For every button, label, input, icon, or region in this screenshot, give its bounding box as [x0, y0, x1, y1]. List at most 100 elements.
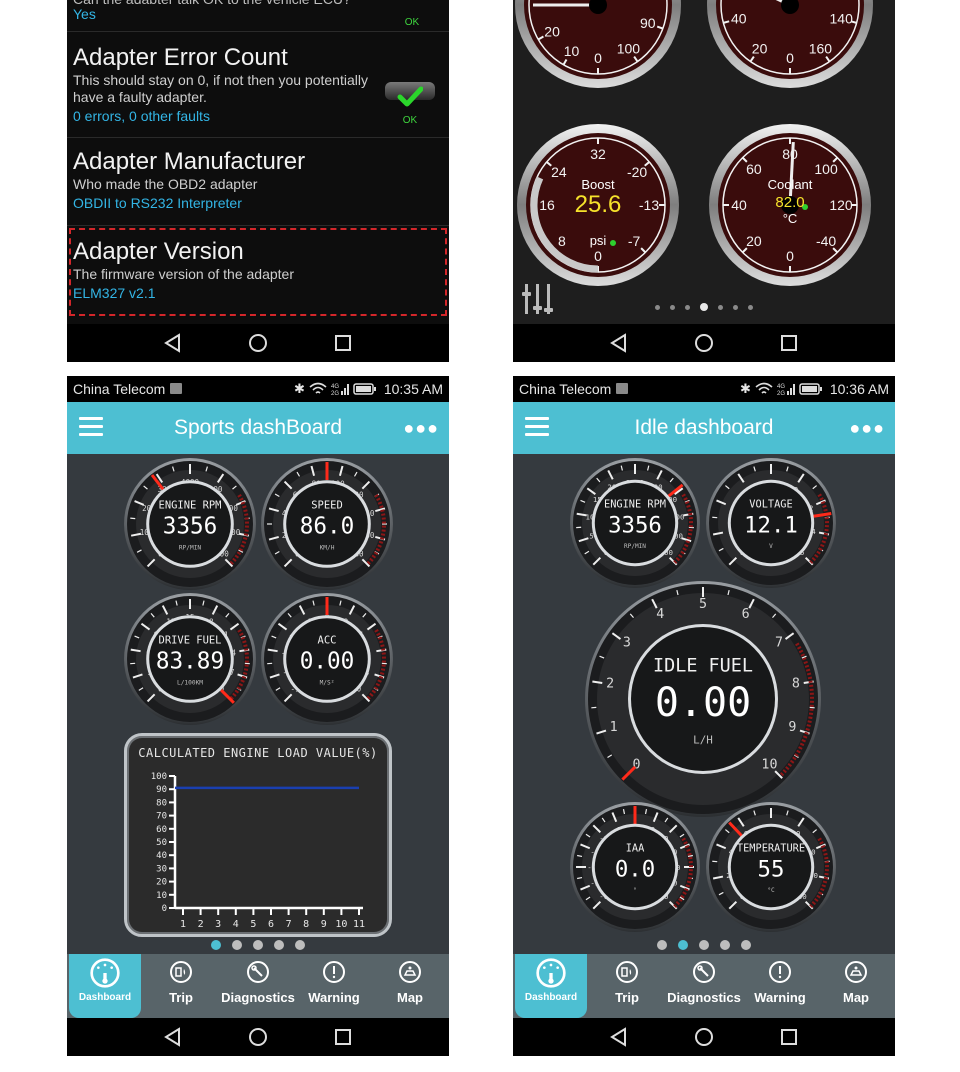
tab-dashboard[interactable]: Dashboard: [69, 954, 141, 1018]
acceleration-gauge: -10-8-6-4-20246810ACC0.00M/S²: [261, 593, 393, 725]
gauge-tick-label: 80: [782, 146, 798, 162]
page-dot[interactable]: [733, 304, 738, 310]
more-options-icon[interactable]: ●●●: [849, 418, 885, 439]
gauge-unit: °C: [783, 211, 798, 226]
tab-label: Diagnostics: [667, 990, 741, 1005]
bottom-tab-bar: Dashboard Trip Diagnostics Warning Map: [67, 954, 449, 1018]
gauge-unit: KM/H: [320, 544, 335, 551]
page-dot[interactable]: [295, 940, 305, 950]
sim-icon: [616, 383, 628, 394]
home-icon[interactable]: [248, 1027, 268, 1047]
recent-apps-icon[interactable]: [333, 1027, 353, 1047]
home-icon[interactable]: [248, 333, 268, 353]
tab-warning[interactable]: Warning: [296, 954, 372, 1018]
home-icon[interactable]: [694, 333, 714, 353]
ok-status-button[interactable]: OK: [385, 82, 435, 126]
speed-gauge: 20400140160km/h: [707, 0, 873, 88]
voltage-gauge: 0246810121415VOLTAGE12.1V: [706, 458, 836, 588]
y-tick-label: 30: [156, 864, 167, 874]
gauge-tick-label: 32: [590, 146, 606, 162]
page-dot[interactable]: [748, 304, 753, 310]
recent-apps-icon[interactable]: [333, 333, 353, 353]
gauge-label: ACC: [318, 634, 337, 646]
y-tick-label: 100: [151, 772, 167, 782]
x-tick-label: 5: [250, 919, 256, 930]
recent-apps-icon[interactable]: [779, 333, 799, 353]
status-icons: ✱ 4G 2G 10:35 AM: [294, 381, 443, 397]
back-icon[interactable]: [163, 333, 183, 353]
list-item-manufacturer[interactable]: Adapter Manufacturer Who made the OBD2 a…: [67, 138, 449, 226]
system-nav-bar: [67, 1018, 449, 1056]
gauge-tick-label: 90: [640, 15, 656, 31]
chart-title: CALCULATED ENGINE LOAD VALUE(%): [138, 746, 378, 760]
gauge-unit: L/100KM: [177, 679, 203, 686]
carrier-name: China Telecom: [73, 381, 166, 397]
back-icon[interactable]: [609, 333, 629, 353]
y-tick-label: 80: [156, 798, 167, 808]
tab-diagnostics[interactable]: Diagnostics: [666, 954, 742, 1018]
tab-label: Dashboard: [524, 992, 578, 1003]
y-tick-label: 60: [156, 825, 167, 835]
more-options-icon[interactable]: ●●●: [403, 418, 439, 439]
status-bar: China Telecom ✱ 4G 2G 10:36 AM: [513, 376, 895, 402]
wifi-icon: [309, 382, 327, 394]
list-item-ecu-talk[interactable]: Can the adapter talk OK to the vehicle E…: [67, 0, 449, 32]
page-dot[interactable]: [657, 940, 667, 950]
gauge-value: 0.0: [615, 856, 655, 882]
page-dot[interactable]: [700, 303, 708, 311]
back-icon[interactable]: [163, 1027, 183, 1047]
signal-icon: 4G2G: [777, 384, 795, 396]
page-dot[interactable]: [699, 940, 709, 950]
page-dot[interactable]: [741, 940, 751, 950]
tab-warning[interactable]: Warning: [742, 954, 818, 1018]
gauge-unit: °C: [767, 886, 775, 894]
tab-trip[interactable]: Trip: [143, 954, 219, 1018]
tab-label: Dashboard: [78, 992, 132, 1003]
page-dot[interactable]: [685, 304, 690, 310]
page-dot[interactable]: [718, 304, 723, 310]
gauge-tick-label: -20: [627, 164, 647, 180]
boost-gauge: 32 24 -20 16 -13 8 -7 0 Boost25.6 psi: [517, 124, 679, 286]
item-title: Adapter Error Count: [73, 44, 288, 71]
sports-dashboard-screen: China Telecom ✱ 4G 2G 10:35 AM Sports das…: [67, 376, 449, 1056]
page-dot[interactable]: [253, 940, 263, 950]
page-dot[interactable]: [678, 940, 688, 950]
bluetooth-icon: ✱: [293, 381, 305, 396]
engine-rpm-gauge: 0500100015002000250030003500400045005000…: [570, 458, 700, 588]
home-icon[interactable]: [694, 1027, 714, 1047]
x-tick-label: 11: [353, 919, 365, 930]
page-dot[interactable]: [720, 940, 730, 950]
page-dot[interactable]: [655, 304, 660, 310]
tab-trip[interactable]: Trip: [589, 954, 665, 1018]
back-icon[interactable]: [609, 1027, 629, 1047]
sim-icon: [170, 383, 182, 394]
svg-text:4G: 4G: [777, 384, 785, 390]
page-dot[interactable]: [670, 304, 675, 310]
gauge-icon: [90, 958, 120, 988]
gauge-label: DRIVE FUEL: [159, 634, 222, 646]
gauge-tick-label: 160: [809, 40, 833, 56]
status-bar: China Telecom ✱ 4G 2G 10:35 AM: [67, 376, 449, 402]
battery-icon: [353, 383, 376, 395]
tab-dashboard[interactable]: Dashboard: [515, 954, 587, 1018]
page-dot[interactable]: [232, 940, 242, 950]
page-dot[interactable]: [274, 940, 284, 950]
x-tick-label: 1: [180, 919, 186, 930]
svg-text:2G: 2G: [777, 391, 785, 396]
page-title: Idle dashboard: [634, 416, 774, 439]
gauge-tick-label: 20: [752, 40, 768, 56]
tab-map[interactable]: Map: [372, 954, 448, 1018]
recent-apps-icon[interactable]: [779, 1027, 799, 1047]
gauge-label: VOLTAGE: [749, 499, 792, 511]
engine-load-chart: CALCULATED ENGINE LOAD VALUE(%) 0 10 20 30 4…: [124, 733, 392, 937]
item-description: This should stay on 0, if not then you p…: [73, 72, 368, 105]
item-description: Who made the OBD2 adapter: [73, 176, 258, 192]
tab-map[interactable]: Map: [818, 954, 894, 1018]
page-dot[interactable]: [211, 940, 221, 950]
list-item-error-count[interactable]: Adapter Error Count This should stay on …: [67, 40, 449, 138]
y-tick-label: 10: [156, 891, 167, 901]
gauge-tick-label: 9: [788, 720, 796, 735]
highlight-box: [69, 228, 447, 316]
ok-status-button[interactable]: OK: [387, 0, 437, 28]
tab-diagnostics[interactable]: Diagnostics: [220, 954, 296, 1018]
